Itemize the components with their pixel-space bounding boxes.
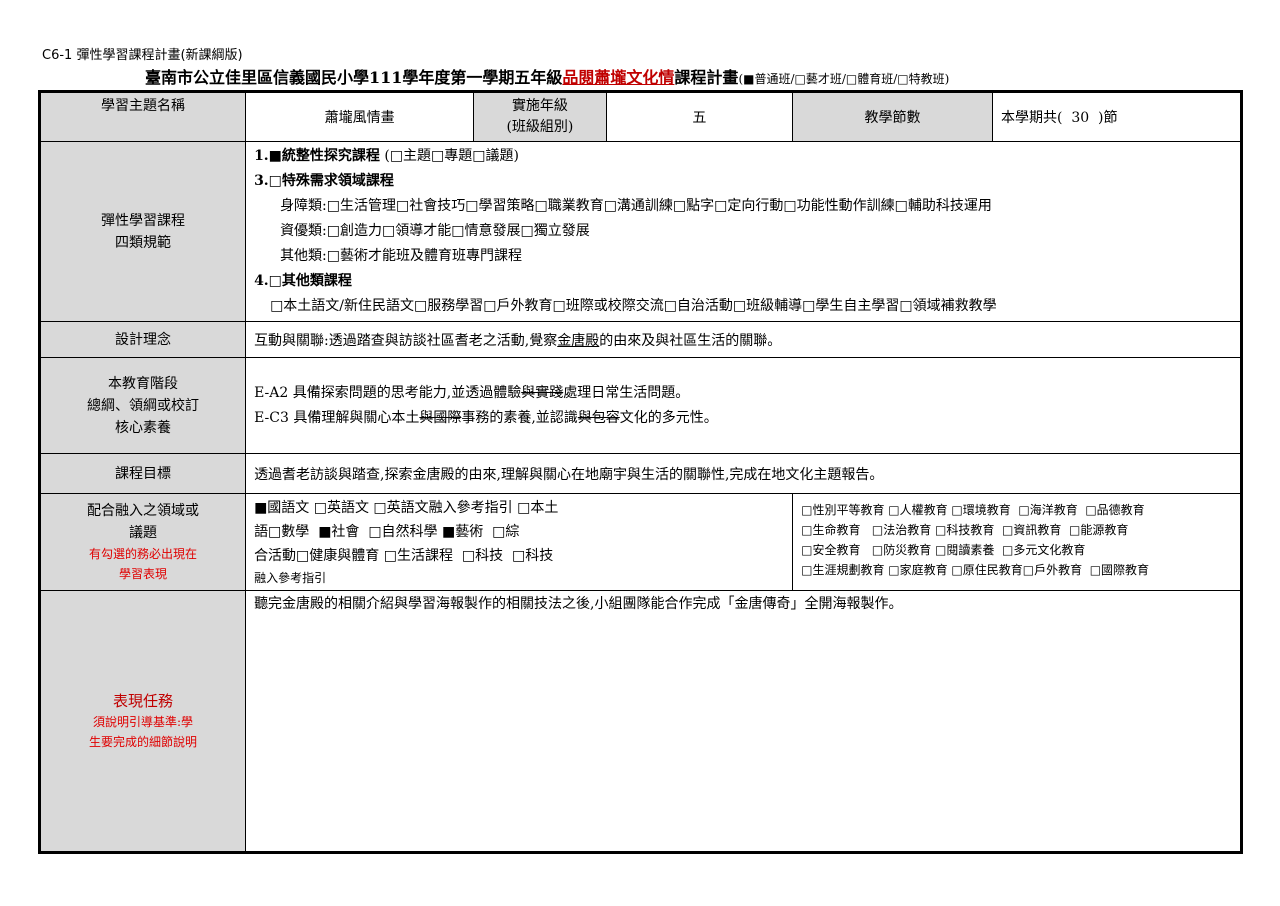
row-flex-categories: 彈性學習課程 四類規範 1.■統整性探究課程 (□主題□專題□議題) 3.□特殊… [38,141,1242,322]
theme-label: 學習主題名稱 [38,91,247,142]
core-e-c3-text: E-C3 具備理解與關心本土 [254,409,420,426]
page-title: 臺南市公立佳里區信義國民小學111學年度第一學期五年級品閱蕭壠文化情課程計畫(■… [145,64,949,88]
item1-title: 1.■統整性探究課程 [254,148,380,164]
issues-line-1: □性別平等教育 □人權教育 □環境教育 □海洋教育 □品德教育 [801,503,1145,517]
class-type-options: (■普通班/□藝才班/□體育班/□特教班) [738,72,950,86]
item4-options: □本土語文/新住民語文□服務學習□戶外教育□班際或校際交流□自治活動□班級輔導□… [270,298,997,314]
course-plan-table: 學習主題名稱 蕭壠風情畫 實施年級 (班級組別) 五 教學節數 本學期共( 30… [38,90,1243,854]
core-e-a2-struck: 與實踐 [521,384,564,401]
core-e-a2: E-A2 具備探索問題的思考能力,並透過體驗與實踐處理日常生活問題。 [254,381,1232,406]
design-text: 互動與關聯:透過踏查與訪談社區耆老之活動,覺察金唐殿的由來及與社區生活的關聯。 [245,321,1242,358]
title-suffix: 課程計畫 [674,68,739,87]
core-e-a2-text: E-A2 具備探索問題的思考能力,並透過體驗 [254,384,522,401]
disability-line: 身障類:□生活管理□社會技巧□學習策略□職業教育□溝通訓練□點字□定向行動□功能… [280,198,992,214]
task-label-cell: 表現任務 須說明引導基準:學 生要完成的細節說明 [38,590,247,853]
gifted-line: 資優類:□創造力□領導才能□情意發展□獨立發展 [280,223,590,239]
row-goal: 課程目標 透過耆老訪談與踏查,探索金唐殿的由來,理解與關心在地廟宇與生活的關聯性… [38,453,1242,494]
core-e-c3: E-C3 具備理解與關心本土與國際事務的素養,並認識與包容文化的多元性。 [254,406,1232,431]
core-e-c3-end: 文化的多元性。 [619,409,718,426]
domains-cell: ■國語文 □英語文 □英語文融入參考指引 □本土 語□數學 ■社會 □自然科學 … [245,493,794,591]
item4-title: 4.□其他類課程 [254,273,352,289]
item1-options: (□主題□專題□議題) [384,148,519,164]
row-integration: 配合融入之領域或 議題 有勾選的務必出現在 學習表現 ■國語文 □英語文 □英語… [38,493,1242,591]
goal-label: 課程目標 [38,453,247,494]
integration-label-cell: 配合融入之領域或 議題 有勾選的務必出現在 學習表現 [38,493,247,591]
task-note: 須說明引導基準:學 生要完成的細節說明 [89,715,198,749]
issues-cell: □性別平等教育 □人權教育 □環境教育 □海洋教育 □品德教育 □生命教育 □法… [792,493,1242,591]
row-design: 設計理念 互動與關聯:透過踏查與訪談社區耆老之活動,覺察金唐殿的由來及與社區生活… [38,321,1242,358]
design-label: 設計理念 [38,321,247,358]
flex-label: 彈性學習課程 四類規範 [38,141,247,322]
row-theme: 學習主題名稱 蕭壠風情畫 實施年級 (班級組別) 五 教學節數 本學期共( 30… [38,91,1243,142]
item3-title: 3.□特殊需求領域課程 [254,173,394,189]
design-text-post: 的由來及與社區生活的關聯。 [599,332,782,349]
design-text-keyword: 金唐殿 [557,332,600,349]
core-e-c3-mid: 事務的素養,並認識 [461,409,578,426]
sessions-label: 教學節數 [792,91,993,142]
design-text-pre: 互動與關聯:透過踏查與訪談社區耆老之活動,覺察 [254,332,558,349]
goal-text: 透過耆老訪談與踏查,探索金唐殿的由來,理解與關心在地廟宇與生活的關聯性,完成在地… [245,453,1242,494]
row-core: 本教育階段 總綱、領綱或校訂 核心素養 E-A2 具備探索問題的思考能力,並透過… [38,357,1242,454]
grade-label: 實施年級 (班級組別) [473,91,607,142]
theme-value: 蕭壠風情畫 [245,91,475,142]
integration-label: 配合融入之領域或 議題 [87,503,200,541]
sessions-value: 本學期共( 30 )節 [991,91,1243,142]
course-name: 品閱蕭壠文化情 [562,68,675,87]
domains-line-1: ■國語文 □英語文 □英語文融入參考指引 □本土 [254,500,559,516]
integration-note: 有勾選的務必出現在 學習表現 [89,547,198,581]
core-e-a2-end: 處理日常生活問題。 [563,384,690,401]
task-label: 表現任務 [113,692,174,710]
core-e-c3-struck2: 與包容 [577,409,620,426]
issues-line-4: □生涯規劃教育 □家庭教育 □原住民教育□戶外教育 □國際教育 [801,563,1150,577]
title-prefix: 臺南市公立佳里區信義國民小學111學年度第一學期五年級 [145,68,563,87]
row-task: 表現任務 須說明引導基準:學 生要完成的細節說明 聽完金唐殿的相關介紹與學習海報… [38,590,1242,853]
issues-line-2: □生命教育 □法治教育 □科技教育 □資訊教育 □能源教育 [801,523,1129,537]
domains-line-4: 融入參考指引 [254,571,327,585]
flex-content: 1.■統整性探究課程 (□主題□專題□議題) 3.□特殊需求領域課程 身障類:□… [245,141,1242,322]
core-label: 本教育階段 總綱、領綱或校訂 核心素養 [38,357,247,454]
core-e-c3-struck1: 與國際 [419,409,462,426]
task-text: 聽完金唐殿的相關介紹與學習海報製作的相關技法之後,小組團隊能合作完成「金唐傳奇」… [245,590,1242,853]
other-line: 其他類:□藝術才能班及體育班專門課程 [280,248,523,264]
document-code: C6-1 彈性學習課程計畫(新課綱版) [42,48,243,63]
domains-line-3: 合活動□健康與體育 □生活課程 □科技 □科技 [254,548,554,564]
grade-value: 五 [605,91,794,142]
domains-line-2: 語□數學 ■社會 □自然科學 ■藝術 □綜 [254,524,520,540]
issues-line-3: □安全教育 □防災教育 □閱讀素養 □多元文化教育 [801,543,1086,557]
core-content: E-A2 具備探索問題的思考能力,並透過體驗與實踐處理日常生活問題。 E-C3 … [245,357,1242,454]
